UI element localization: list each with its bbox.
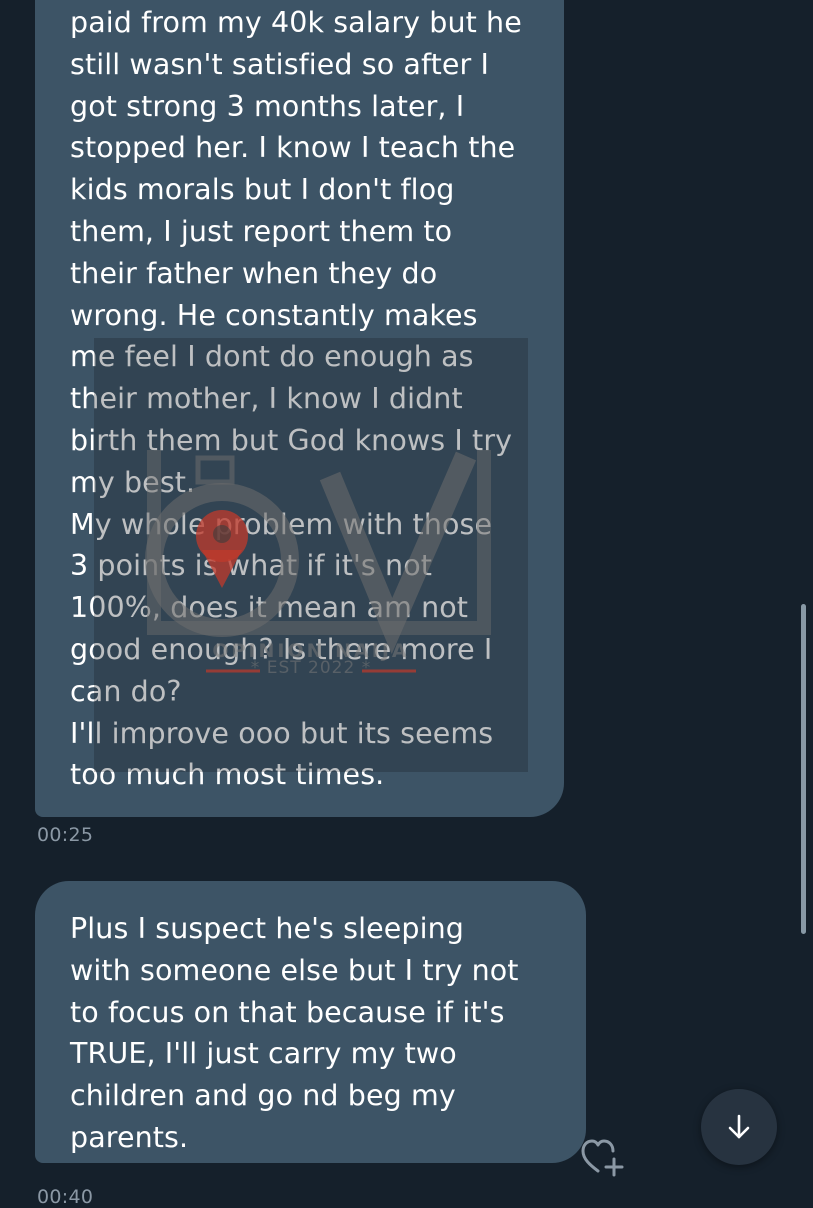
message-line: to focus on that because if it's xyxy=(70,995,505,1029)
scrollbar-thumb[interactable] xyxy=(801,604,806,934)
message-line: My whole problem with those xyxy=(70,507,493,541)
message-line: I'll improve ooo but its seems xyxy=(70,716,494,750)
message-line: too much most times. xyxy=(70,758,385,792)
message-line: can do? xyxy=(70,674,182,708)
arrow-down-icon xyxy=(728,1114,750,1139)
message-line: TRUE, I'll just carry my two xyxy=(70,1037,457,1071)
message-line: Plus I suspect he's sleeping xyxy=(70,912,464,945)
heart-plus-icon[interactable] xyxy=(580,1137,628,1177)
message-line: stopped her. I know I teach the xyxy=(70,131,516,165)
message-line: 100%, does it mean am not xyxy=(70,591,469,625)
message-line: me feel I dont do enough as xyxy=(70,340,474,374)
message-line: wrong. He constantly makes xyxy=(70,298,478,332)
message-line: good enough? Is there more I xyxy=(70,632,493,666)
message-line: 3 points is what if it's not xyxy=(70,549,432,583)
message-line: them, I just report them to xyxy=(70,214,453,248)
message-line: still wasn't satisfied so after I xyxy=(70,47,490,81)
scroll-to-bottom-button[interactable] xyxy=(701,1089,777,1165)
message-timestamp: 00:25 xyxy=(37,824,94,846)
message-line: kids morals but I don't flog xyxy=(70,173,455,207)
message-line: children and go nd beg my xyxy=(70,1079,456,1113)
message-bubble[interactable]: Plus I suspect he's sleeping with someon… xyxy=(35,881,586,1163)
message-timestamp: 00:40 xyxy=(37,1186,94,1208)
message-line: their mother, I know I didnt xyxy=(70,382,463,416)
message-bubble[interactable]: paid from my 40k salary but he still was… xyxy=(35,0,564,817)
message-line: birth them but God knows I try xyxy=(70,423,513,457)
message-line: paid from my 40k salary but he xyxy=(70,6,522,39)
message-line: got strong 3 months later, I xyxy=(70,89,465,123)
message-line: parents. xyxy=(70,1120,189,1154)
message-line: their father when they do xyxy=(70,256,438,290)
message-line: with someone else but I try not xyxy=(70,953,519,987)
message-line: my best. xyxy=(70,465,196,499)
